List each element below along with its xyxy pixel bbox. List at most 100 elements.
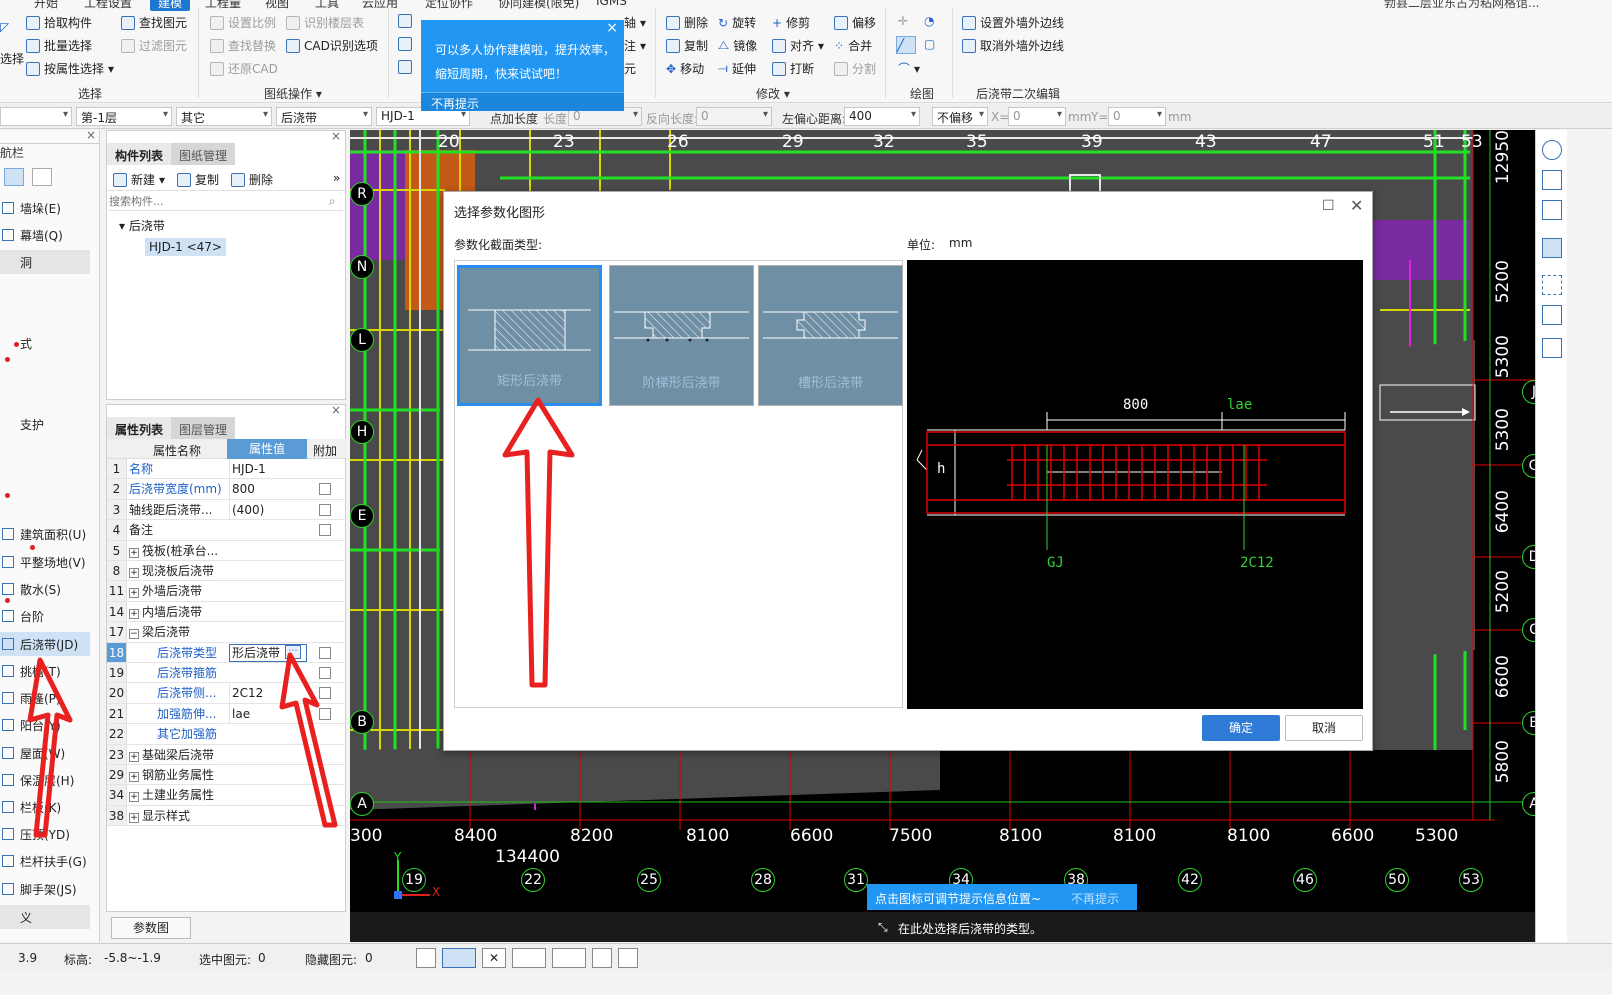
tooltip-close-icon[interactable]: ×	[606, 20, 618, 36]
property-row[interactable]: 3 轴线距后浇带... (400)	[107, 499, 347, 521]
property-row[interactable]: 14 + 内墙后浇带	[107, 601, 347, 623]
position-tip-dismiss[interactable]: 不再提示	[1071, 890, 1119, 907]
nav-item[interactable]: 建筑面积(U)	[0, 522, 90, 546]
nav-item[interactable]	[0, 358, 90, 382]
tab-collab[interactable]: 定位协作	[425, 0, 473, 11]
expand-icon[interactable]: +	[129, 751, 139, 762]
nav-item[interactable]: 栏板(K)	[0, 795, 90, 819]
expand-icon[interactable]: +	[129, 608, 139, 619]
orbit-icon[interactable]	[1542, 140, 1562, 160]
nav-item[interactable]: 支护	[0, 412, 90, 436]
trim-button[interactable]: + 修剪	[772, 14, 810, 31]
property-row[interactable]: 19 后浇带箍筋	[107, 663, 347, 684]
point-draw-button[interactable]: ✛	[898, 14, 908, 28]
expand-icon[interactable]: +	[129, 588, 139, 599]
lock-tool-button[interactable]	[398, 60, 412, 74]
nav-item[interactable]	[0, 439, 90, 463]
close-icon[interactable]: ×	[86, 128, 96, 142]
expand-icon[interactable]: +	[129, 772, 139, 782]
split-button[interactable]: 分割	[834, 60, 876, 77]
angle-toggle-icon[interactable]	[512, 948, 546, 968]
ellipsis-icon[interactable]: ⋯	[285, 644, 301, 659]
select-by-prop-button[interactable]: 按属性选择 ▾	[26, 60, 114, 77]
axis-tool-button[interactable]	[398, 14, 412, 28]
copy-component-button[interactable]: 复制	[177, 171, 219, 188]
nav-item[interactable]	[0, 466, 90, 490]
pick-component-button[interactable]: 拾取构件	[26, 14, 92, 31]
card-view-icon[interactable]	[32, 168, 52, 186]
nav-item[interactable]: 墙垛(E)	[0, 196, 90, 220]
reverse-length-input[interactable]: 0	[696, 107, 772, 126]
layer-tool-button[interactable]	[398, 37, 412, 51]
line-draw-button[interactable]: ╱	[896, 36, 916, 54]
shape-groove-option[interactable]: 槽形后浇带	[758, 265, 903, 406]
shape-step-option[interactable]: 阶梯形后浇带	[609, 265, 754, 406]
nav-item[interactable]: 屋面(W)	[0, 741, 90, 765]
move-button[interactable]: ✥ 移动	[666, 60, 704, 77]
param-diagram-button[interactable]: 参数图	[111, 917, 191, 939]
ortho-toggle-icon[interactable]	[416, 948, 436, 968]
nav-item[interactable]: 义	[0, 905, 90, 929]
property-row[interactable]: 22 其它加强筋	[107, 724, 347, 745]
rect-draw-button[interactable]: ▢	[924, 37, 935, 51]
tree-root[interactable]: ▾ 后浇带	[119, 217, 165, 234]
property-row[interactable]: 29 + 钢筋业务属性	[107, 765, 347, 786]
property-row[interactable]: 18 后浇带类型 形后浇带 ⋯	[107, 642, 347, 663]
tab-project-settings[interactable]: 工程设置	[84, 0, 132, 11]
tab-drawing-mgmt[interactable]: 图纸管理	[171, 143, 236, 165]
fit-view-icon[interactable]	[1542, 275, 1562, 295]
delete-component-button[interactable]: 删除	[231, 171, 273, 188]
find-replace-button[interactable]: 查找替换	[210, 37, 276, 54]
expand-icon[interactable]: +	[129, 792, 139, 803]
floor-select[interactable]: 第-1层	[76, 107, 172, 126]
expand-icon[interactable]: +	[129, 812, 139, 823]
set-outer-wall-button[interactable]: 设置外墙外边线	[962, 14, 1064, 31]
y-input[interactable]: 0	[1108, 107, 1166, 126]
batch-select-button[interactable]: 批量选择	[26, 37, 92, 54]
expand-icon[interactable]: +	[129, 568, 139, 578]
cancel-outer-wall-button[interactable]: 取消外墙外边线	[962, 37, 1064, 54]
note-menu[interactable]: 注 ▾	[624, 37, 646, 54]
property-checkbox[interactable]	[319, 687, 331, 700]
extend-button[interactable]: ⟞ 延伸	[718, 60, 756, 77]
left-offset-input[interactable]: 400	[844, 107, 920, 126]
floor-group-select[interactable]	[0, 107, 72, 126]
new-component-button[interactable]: 新建 ▾	[113, 171, 165, 188]
nav-item[interactable]: 挑檐(T)	[0, 659, 90, 683]
axis-menu[interactable]: 轴 ▾	[624, 14, 646, 31]
expand-icon[interactable]: +	[129, 547, 139, 558]
collapse-icon[interactable]: −	[129, 629, 139, 640]
property-row[interactable]: 2 后浇带宽度(mm) 800	[107, 479, 347, 500]
tooltip-dismiss[interactable]: 不再提示	[431, 95, 479, 112]
tab-property-list[interactable]: 属性列表	[107, 417, 172, 439]
set-scale-button[interactable]: 设置比例	[210, 14, 276, 31]
property-value[interactable]: lae	[229, 703, 307, 724]
element-menu[interactable]: 元	[624, 60, 636, 77]
select-cut-button[interactable]: ◸	[0, 20, 9, 34]
nav-item[interactable]	[0, 304, 90, 328]
tab-view[interactable]: 视图	[265, 0, 289, 11]
rotate-button[interactable]: ↻ 旋转	[718, 14, 756, 31]
tab-tools[interactable]: 工具	[315, 0, 339, 11]
nav-item[interactable]: 后浇带(JD)	[0, 632, 90, 656]
arc-draw-button[interactable]: ⌒ ▾	[898, 60, 920, 77]
nav-item[interactable]: 幕墙(Q)	[0, 223, 90, 247]
nav-item[interactable]: 散水(S)	[0, 577, 90, 601]
tab-layer-mgmt[interactable]: 图层管理	[171, 417, 236, 439]
tab-cloud[interactable]: 云应用	[362, 0, 398, 11]
cad-options-button[interactable]: CAD识别选项	[286, 37, 378, 54]
property-value[interactable]: 2C12	[229, 683, 307, 704]
property-checkbox[interactable]	[319, 707, 331, 720]
snap-toggle-icon[interactable]	[442, 948, 476, 968]
property-row[interactable]: 1 名称 HJD-1	[107, 459, 347, 480]
tab-modeling[interactable]: 建模	[150, 0, 191, 11]
copy-button[interactable]: 复制	[666, 37, 708, 54]
property-value[interactable]: 800	[229, 479, 307, 500]
property-checkbox[interactable]	[319, 503, 331, 516]
circle-draw-button[interactable]: ◔	[924, 14, 934, 28]
shape-rect-option[interactable]: 矩形后浇带	[457, 265, 602, 406]
nav-item[interactable]: 平整场地(V)	[0, 550, 90, 574]
nav-item[interactable]: 洞	[0, 250, 90, 274]
nav-item[interactable]: 保温层(H)	[0, 768, 90, 792]
component-search-input[interactable]	[109, 193, 343, 211]
